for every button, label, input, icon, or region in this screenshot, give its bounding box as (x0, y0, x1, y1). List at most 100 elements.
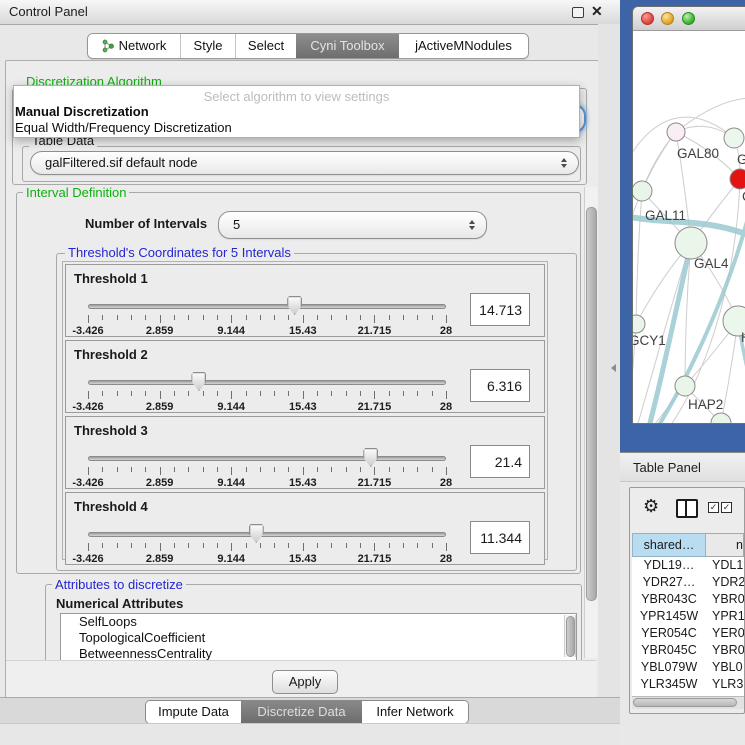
cell-shared-name[interactable]: YPR145W (632, 608, 706, 625)
slider-thumb[interactable] (191, 372, 206, 391)
tab-infer-network[interactable]: Infer Network (362, 701, 468, 723)
cell-name[interactable]: YER0 (706, 625, 744, 642)
attribute-item[interactable]: SelfLoops (61, 614, 576, 630)
cell-shared-name[interactable]: YBR045C (632, 642, 706, 659)
panel-divider[interactable] (598, 24, 620, 745)
threshold-value-field[interactable]: 6.316 (470, 369, 530, 402)
network-node[interactable] (724, 128, 744, 148)
slider-track[interactable] (88, 532, 446, 537)
attributes-scrollbar[interactable] (564, 615, 576, 657)
table-data-combobox[interactable]: galFiltered.sif default node (30, 151, 579, 175)
slider-track[interactable] (88, 304, 446, 309)
threshold-value-field[interactable]: 14.713 (470, 293, 530, 326)
network-node[interactable] (675, 376, 695, 396)
table-row[interactable]: YLR345WYLR3 (632, 676, 744, 693)
column-header-name[interactable]: name (706, 533, 744, 557)
slider-tick-label: -3.426 (72, 477, 103, 489)
attribute-item[interactable]: BetweennessCentrality (61, 646, 576, 661)
tab-network[interactable]: Network (88, 34, 180, 58)
table-row[interactable]: YBL079WYBL0 (632, 659, 744, 676)
minimize-traffic-light[interactable] (661, 12, 674, 25)
close-traffic-light[interactable] (641, 12, 654, 25)
threshold-slider[interactable]: -3.4262.8599.14415.4321.71528 (88, 299, 446, 333)
split-columns-icon[interactable] (676, 499, 698, 518)
slider-thumb[interactable] (287, 296, 302, 315)
cell-name[interactable]: YDL1 (706, 557, 744, 574)
network-node-label: GCY1 (633, 333, 666, 348)
slider-tick-label: 15.43 (289, 325, 317, 337)
network-window-titlebar[interactable] (633, 7, 745, 31)
table-row[interactable]: YDL19…YDL1 (632, 557, 744, 574)
threshold-value-field[interactable]: 21.4 (470, 445, 530, 478)
slider-tick-labels: -3.4262.8599.14415.4321.71528 (88, 325, 446, 337)
slider-ticks (88, 467, 446, 476)
cell-shared-name[interactable]: YER054C (632, 625, 706, 642)
cell-shared-name[interactable]: YLR345W (632, 676, 706, 693)
slider-tick-label: 2.859 (146, 325, 174, 337)
table-row[interactable]: YBR043CYBR0 (632, 591, 744, 608)
network-node[interactable] (667, 123, 685, 141)
slider-tick-label: 15.43 (289, 553, 317, 565)
popup-item-equal-width-frequency[interactable]: Equal Width/Frequency Discretization (14, 120, 579, 136)
cell-name[interactable]: YBR0 (706, 642, 744, 659)
cell-name[interactable]: YBR0 (706, 591, 744, 608)
cell-name[interactable]: YBL0 (706, 659, 744, 676)
zoom-traffic-light[interactable] (682, 12, 695, 25)
cell-shared-name[interactable]: YDR27… (632, 574, 706, 591)
tab-style[interactable]: Style (180, 34, 235, 58)
table-row[interactable]: YDR27…YDR2 (632, 574, 744, 591)
network-node[interactable] (730, 169, 745, 189)
scrollbar-thumb[interactable] (586, 207, 597, 601)
checkbox-icon[interactable]: ✓ (721, 502, 732, 513)
tab-discretize-data[interactable]: Discretize Data (241, 701, 362, 723)
tab-cyni-toolbox[interactable]: Cyni Toolbox (296, 34, 399, 58)
threshold-slider[interactable]: -3.4262.8599.14415.4321.71528 (88, 451, 446, 485)
network-node[interactable] (633, 315, 645, 333)
network-canvas[interactable]: GAL80GACGAL11GAL4GCY1HHAP2 (633, 31, 745, 424)
network-node-label: GA (737, 152, 745, 167)
cell-shared-name[interactable]: YDL19… (632, 557, 706, 574)
network-node-label: H (741, 330, 745, 345)
control-panel-tabs: Network Style Select Cyni Toolbox jActiv… (87, 33, 529, 59)
threshold-slider[interactable]: -3.4262.8599.14415.4321.71528 (88, 527, 446, 561)
tab-select[interactable]: Select (235, 34, 296, 58)
network-node[interactable] (675, 227, 707, 259)
scrollbar-thumb[interactable] (633, 698, 737, 707)
numerical-attributes-list[interactable]: SelfLoopsTopologicalCoefficientBetweenne… (60, 613, 577, 661)
table-horizontal-scrollbar[interactable] (632, 696, 744, 709)
slider-track[interactable] (88, 456, 446, 461)
panel-vertical-scrollbar[interactable] (584, 187, 599, 658)
threshold-slider[interactable]: -3.4262.8599.14415.4321.71528 (88, 375, 446, 409)
threshold-value-field[interactable]: 11.344 (470, 521, 530, 554)
scrollbar-thumb[interactable] (566, 616, 575, 657)
popup-item-manual-discretization[interactable]: Manual Discretization (14, 104, 579, 120)
cell-name[interactable]: YLR3 (706, 676, 744, 693)
network-node[interactable] (711, 413, 731, 424)
number-of-intervals-combobox[interactable]: 5 (218, 211, 487, 239)
cell-shared-name[interactable]: YBR043C (632, 591, 706, 608)
network-node[interactable] (633, 181, 652, 201)
cell-shared-name[interactable]: YBL079W (632, 659, 706, 676)
slider-tick-label: -3.426 (72, 401, 103, 413)
network-node-label: GAL11 (645, 208, 686, 223)
cell-name[interactable]: YDR2 (706, 574, 744, 591)
attribute-item[interactable]: TopologicalCoefficient (61, 630, 576, 646)
slider-thumb[interactable] (249, 524, 264, 543)
number-of-intervals-label: Number of Intervals (85, 216, 207, 231)
table-row[interactable]: YBR045CYBR0 (632, 642, 744, 659)
cell-name[interactable]: YPR1 (706, 608, 744, 625)
slider-ticks (88, 543, 446, 552)
column-header-shared[interactable]: shared… (632, 533, 706, 557)
table-row[interactable]: YER054CYER0 (632, 625, 744, 642)
apply-button[interactable]: Apply (272, 670, 338, 694)
float-window-icon[interactable] (572, 7, 584, 18)
table-row[interactable]: YPR145WYPR1 (632, 608, 744, 625)
slider-track[interactable] (88, 380, 446, 385)
gear-icon[interactable]: ⚙ (643, 497, 659, 515)
slider-thumb[interactable] (363, 448, 378, 467)
tab-impute-data[interactable]: Impute Data (146, 701, 241, 723)
tab-jactivemnodules[interactable]: jActiveMNodules (399, 34, 528, 58)
checkbox-icon[interactable]: ✓ (708, 502, 719, 513)
table-rows[interactable]: YDL19…YDL1YDR27…YDR2YBR043CYBR0YPR145WYP… (632, 557, 744, 696)
close-icon[interactable]: ✕ (591, 3, 603, 20)
